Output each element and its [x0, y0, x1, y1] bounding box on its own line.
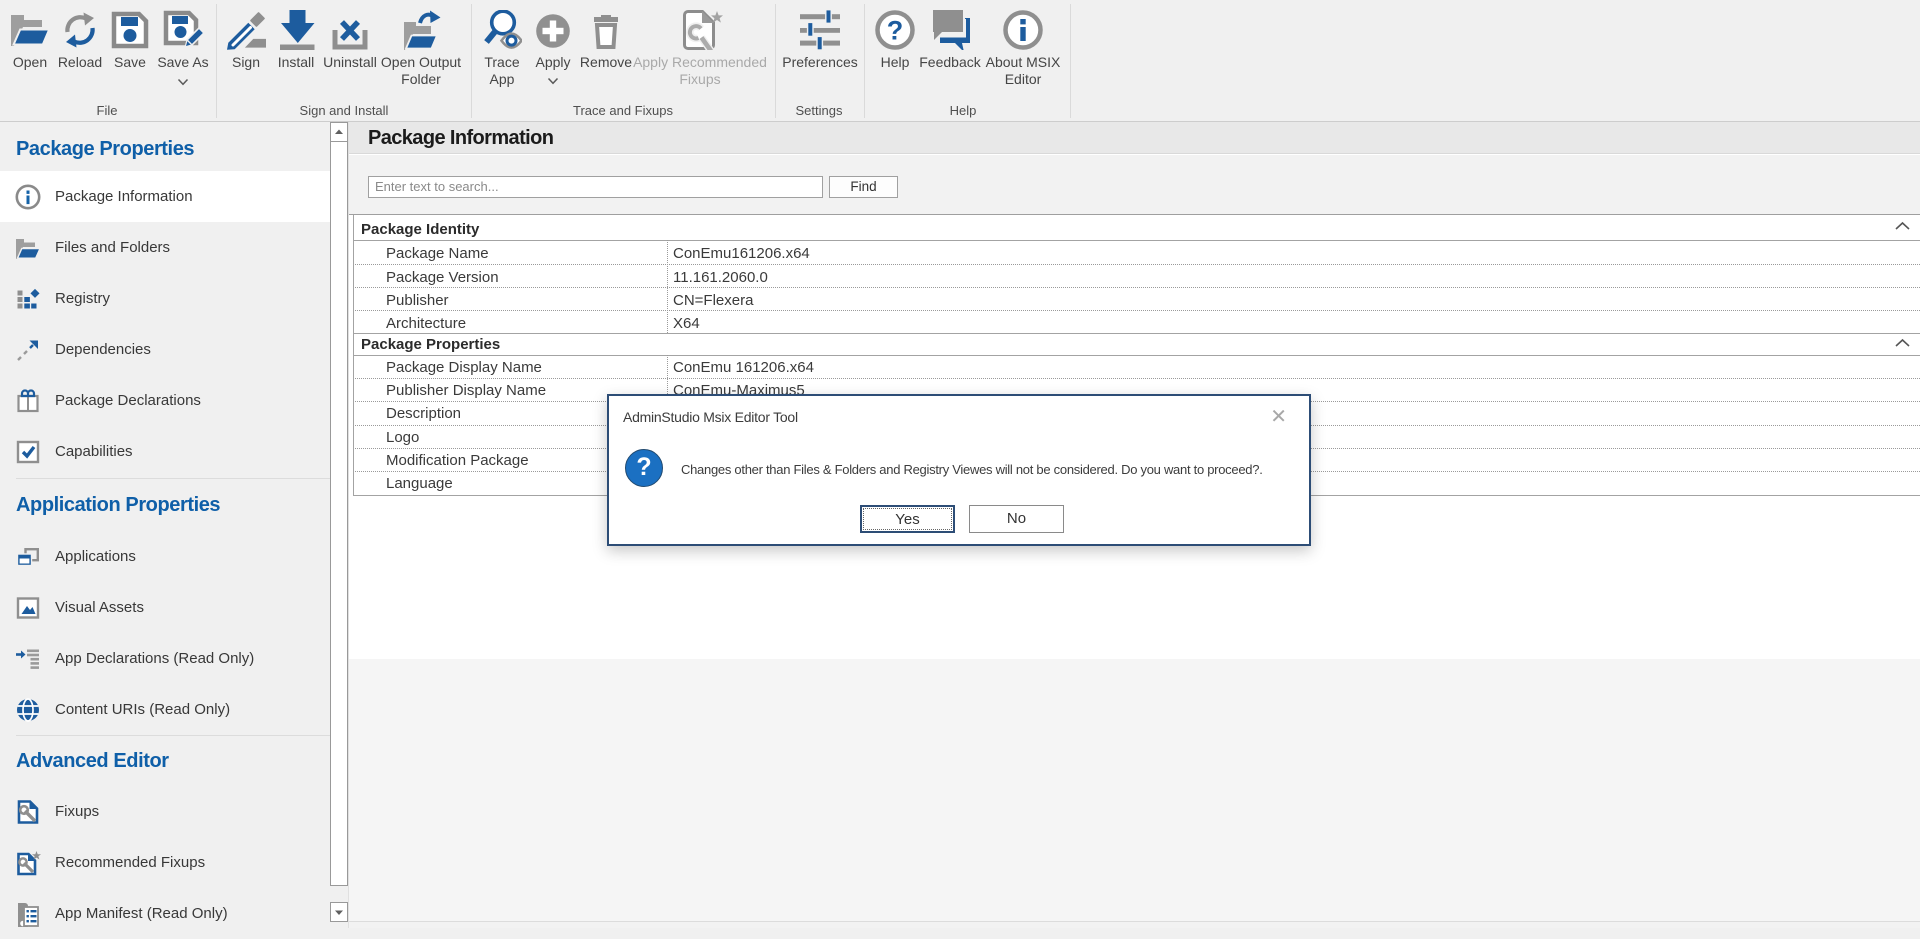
svg-text:?: ? [887, 16, 904, 46]
